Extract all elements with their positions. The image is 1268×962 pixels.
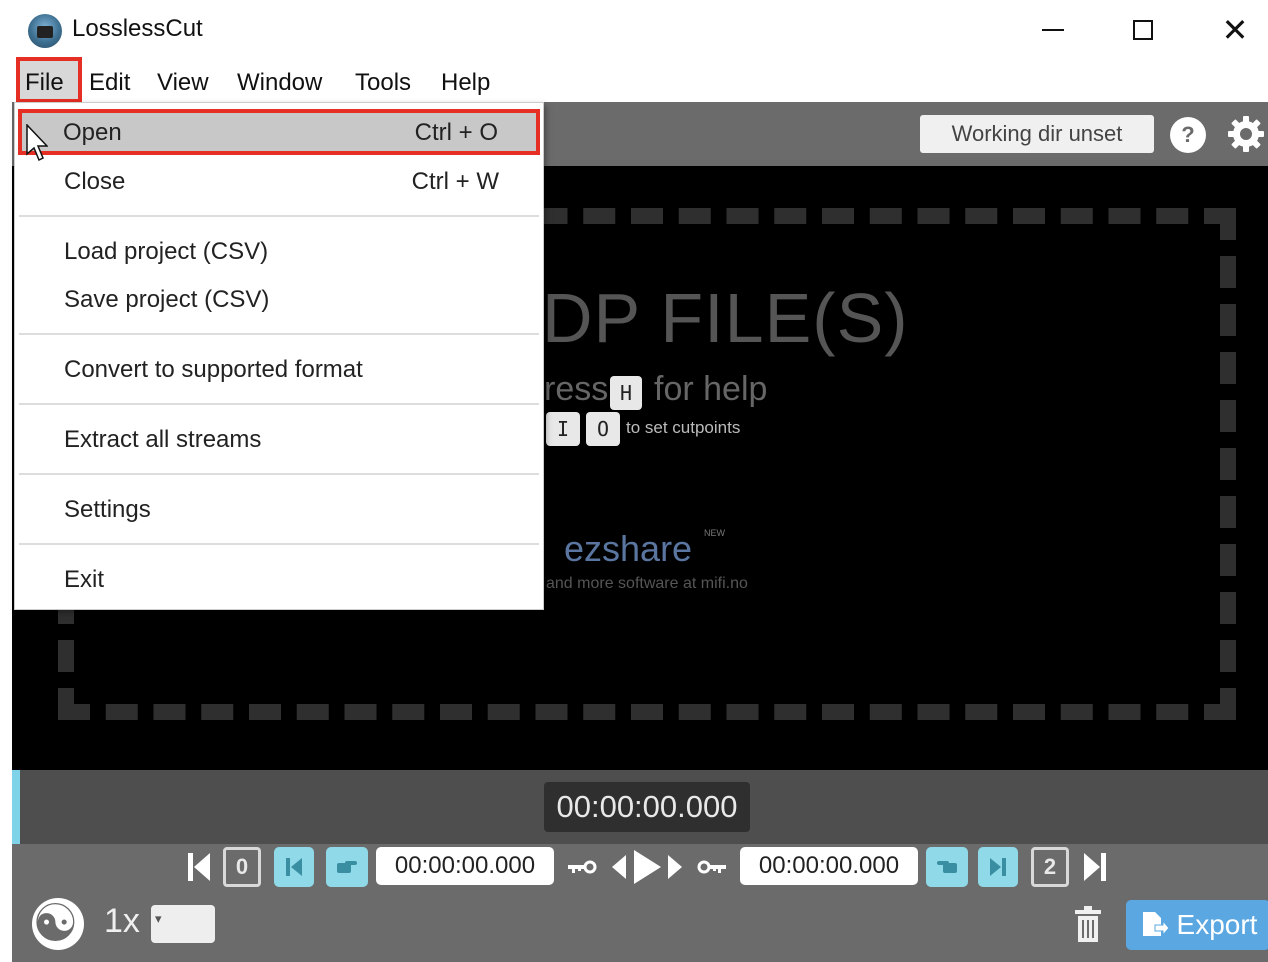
for-help-text: for help bbox=[654, 370, 768, 408]
menu-item-load-project[interactable]: Load project (CSV) bbox=[15, 230, 543, 276]
menu-item-convert[interactable]: Convert to supported format bbox=[15, 348, 543, 394]
menu-item-settings[interactable]: Settings bbox=[15, 488, 543, 534]
step-forward-icon[interactable] bbox=[666, 852, 686, 882]
cutpoints-hint: to set cutpoints bbox=[626, 418, 741, 437]
press-text: ress bbox=[544, 370, 609, 408]
help-button[interactable]: ? bbox=[1170, 117, 1206, 153]
menu-edit[interactable]: Edit bbox=[89, 69, 130, 97]
ezshare-link[interactable]: ezshare bbox=[564, 528, 692, 570]
playback-rate-select[interactable] bbox=[151, 905, 215, 943]
window-title: LosslessCut bbox=[72, 15, 203, 42]
working-dir-button[interactable]: Working dir unset bbox=[920, 115, 1154, 153]
menu-tools[interactable]: Tools bbox=[355, 69, 411, 97]
settings-gear-icon[interactable] bbox=[1226, 114, 1266, 154]
menu-item-label: Extract all streams bbox=[64, 426, 262, 453]
jump-start-icon[interactable] bbox=[186, 850, 212, 884]
menu-window[interactable]: Window bbox=[237, 69, 322, 97]
play-icon[interactable] bbox=[631, 848, 663, 886]
jump-cut-end-button[interactable] bbox=[978, 847, 1018, 887]
app-logo-icon bbox=[28, 14, 62, 48]
jump-end-icon[interactable] bbox=[1082, 850, 1108, 884]
trash-icon[interactable] bbox=[1072, 904, 1104, 944]
minimize-icon bbox=[1042, 29, 1064, 31]
cut-out-key-badge: O bbox=[586, 412, 620, 446]
menu-separator bbox=[19, 215, 539, 217]
new-badge: NEW bbox=[704, 528, 725, 538]
more-software-link[interactable]: and more software at mifi.no bbox=[546, 575, 748, 593]
close-window-button[interactable]: ✕ bbox=[1212, 10, 1258, 50]
cut-end-time-input[interactable]: 00:00:00.000 bbox=[740, 847, 918, 885]
export-button[interactable]: Export bbox=[1126, 900, 1268, 950]
menu-separator bbox=[19, 403, 539, 405]
menu-item-shortcut: Ctrl + W bbox=[411, 168, 499, 195]
key-right-icon[interactable] bbox=[696, 854, 728, 880]
jump-cut-end-icon bbox=[990, 858, 1006, 876]
menu-item-open-overlay[interactable]: Open Ctrl + O bbox=[14, 111, 534, 157]
menu-file[interactable]: File bbox=[25, 69, 64, 97]
export-icon bbox=[1142, 912, 1169, 937]
help-key-badge: H bbox=[610, 376, 642, 410]
menu-separator bbox=[19, 473, 539, 475]
app-window: LosslessCut ✕ File Edit View Window Tool… bbox=[0, 0, 1268, 962]
key-left-icon[interactable] bbox=[566, 854, 598, 880]
mouse-cursor-icon bbox=[26, 124, 48, 162]
menu-view[interactable]: View bbox=[157, 69, 209, 97]
segment-left-number[interactable]: 0 bbox=[223, 847, 261, 887]
menu-item-label: Exit bbox=[64, 566, 105, 593]
cut-start-time-input[interactable]: 00:00:00.000 bbox=[376, 847, 554, 885]
menu-help[interactable]: Help bbox=[441, 69, 490, 97]
step-back-icon[interactable] bbox=[608, 852, 628, 882]
menu-item-label: Open bbox=[63, 119, 122, 146]
jump-cut-start-button[interactable] bbox=[274, 847, 314, 887]
menu-item-label: Convert to supported format bbox=[64, 356, 363, 383]
jump-cut-start-icon bbox=[286, 858, 302, 876]
segment-right-number[interactable]: 2 bbox=[1031, 847, 1069, 887]
menu-item-close[interactable]: Close Ctrl + W bbox=[15, 160, 543, 206]
current-timecode: 00:00:00.000 bbox=[544, 782, 750, 832]
yin-yang-icon[interactable] bbox=[32, 894, 84, 954]
pointing-hand-icon bbox=[337, 861, 357, 873]
minimize-button[interactable] bbox=[1030, 10, 1076, 50]
set-cut-end-button[interactable] bbox=[926, 847, 968, 887]
maximize-button[interactable] bbox=[1120, 10, 1166, 50]
file-dropdown-menu: Open Ctrl + O Close Ctrl + W Load projec… bbox=[14, 102, 544, 610]
pointing-hand-icon bbox=[937, 861, 957, 873]
menu-item-shortcut: Ctrl + O bbox=[414, 119, 498, 146]
menu-item-label: Settings bbox=[64, 496, 151, 523]
menu-item-save-project[interactable]: Save project (CSV) bbox=[15, 278, 543, 324]
set-cut-start-button[interactable] bbox=[326, 847, 368, 887]
menu-item-extract-streams[interactable]: Extract all streams bbox=[15, 418, 543, 464]
menu-item-label: Load project (CSV) bbox=[64, 238, 269, 265]
menu-separator bbox=[19, 543, 539, 545]
drop-files-text: DP FILE(S) bbox=[542, 279, 909, 357]
playhead-marker[interactable] bbox=[12, 770, 20, 844]
menu-separator bbox=[19, 333, 539, 335]
cut-in-key-badge: I bbox=[546, 412, 580, 446]
export-label: Export bbox=[1176, 909, 1258, 940]
menu-item-exit[interactable]: Exit bbox=[15, 558, 543, 604]
menu-item-label: Save project (CSV) bbox=[64, 286, 270, 313]
playback-rate: 1x bbox=[104, 902, 140, 940]
menu-item-label: Close bbox=[64, 168, 126, 195]
maximize-icon bbox=[1133, 20, 1153, 40]
close-icon: ✕ bbox=[1221, 12, 1249, 48]
